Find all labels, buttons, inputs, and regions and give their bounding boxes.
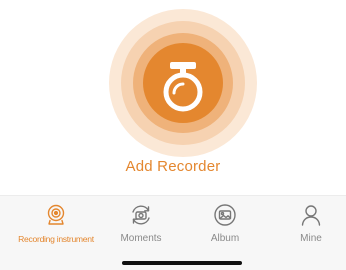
tab-label: Mine bbox=[300, 233, 322, 244]
tab-album[interactable]: Album bbox=[182, 196, 268, 256]
add-recorder-label: Add Recorder bbox=[125, 158, 221, 175]
tab-label: Album bbox=[210, 233, 240, 244]
tab-moments[interactable]: Moments bbox=[98, 196, 184, 256]
add-recorder-button[interactable]: Add Recorder bbox=[0, 0, 346, 190]
tab-mine[interactable]: Mine bbox=[268, 196, 346, 256]
dashcam-icon bbox=[44, 203, 68, 227]
album-icon bbox=[213, 203, 237, 227]
tab-bar: Recording instrument Moments Album Mine bbox=[0, 195, 346, 270]
person-icon bbox=[299, 203, 323, 227]
tab-label: Moments bbox=[120, 233, 162, 244]
home-indicator bbox=[122, 261, 242, 265]
add-recorder-graphic bbox=[108, 8, 258, 158]
tab-recording-instrument[interactable]: Recording instrument bbox=[0, 196, 112, 256]
tab-label: Recording instrument bbox=[18, 234, 94, 244]
moments-icon bbox=[129, 203, 153, 227]
